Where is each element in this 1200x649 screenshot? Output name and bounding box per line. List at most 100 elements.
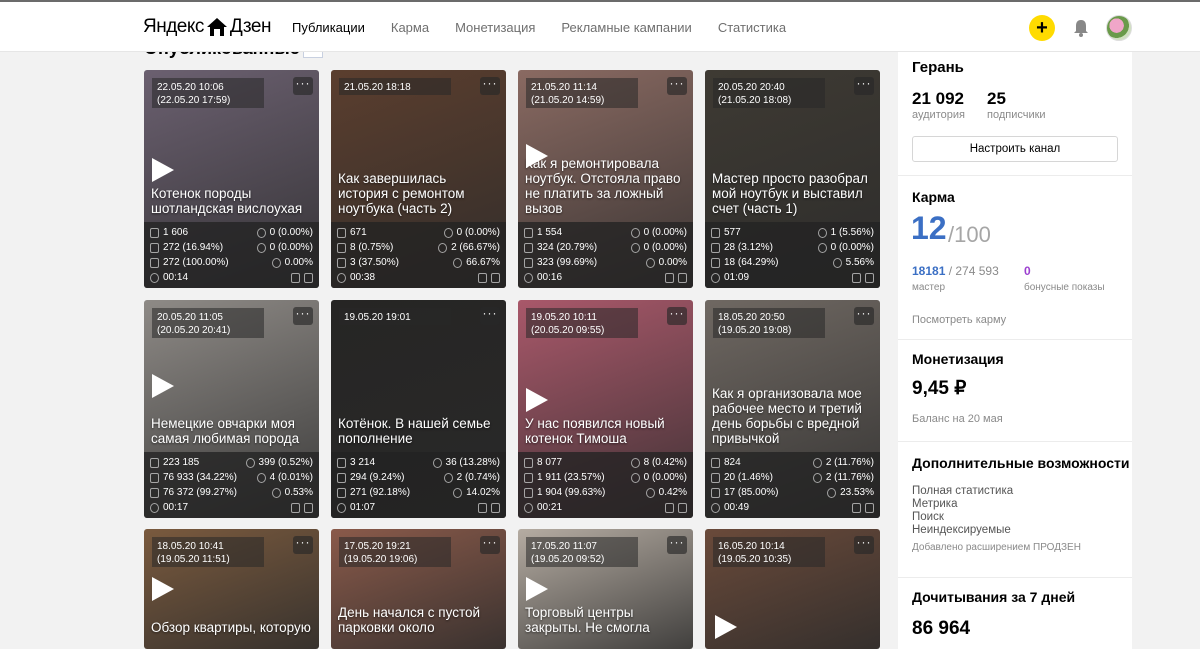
reads-icon [150,242,159,253]
play-icon[interactable] [152,374,174,398]
publication-card[interactable]: 20.05.20 20:40 (21.05.20 18:08) ··· Мастер … [705,70,880,288]
stat-value: 0.53% [284,487,313,498]
link-metrika[interactable]: Метрика [912,498,1013,511]
play-icon[interactable] [152,158,174,182]
link-icon[interactable] [665,502,674,513]
stat-value: 1 (5.56%) [830,227,874,238]
card-title[interactable]: У нас появился новый котенок Тимоша [525,416,687,446]
publication-card[interactable]: 19.05.20 10:11 (20.05.20 09:55) ··· У нас п… [518,300,693,518]
stat-value: 0 (0.00%) [643,227,687,238]
publication-card[interactable]: 21.05.20 18:18 ··· Как завершилась история… [331,70,506,288]
play-icon[interactable] [526,388,548,412]
card-stats: 223 185 399 (0.52%) 76 933 (34.22%) 4 (0.01… [144,452,319,518]
yandex-zen-logo[interactable]: Яндекс Дзен [143,16,271,38]
publication-card[interactable]: 16.05.20 10:14 (19.05.20 10:35) ··· [705,529,880,649]
card-stats: 1 554 0 (0.00%) 324 (20.79%) 0 (0.00%) 323 (… [518,222,693,288]
views-icon [524,457,533,468]
tag-icon[interactable] [678,272,687,283]
add-publication-button[interactable]: + [1029,15,1055,41]
more-options-icon[interactable]: ··· [480,307,500,325]
channel-name: Герань [912,59,964,76]
user-avatar[interactable] [1106,15,1132,41]
card-date-updated: (19.05.20 11:51) [157,554,230,565]
link-icon[interactable] [478,502,487,513]
card-title[interactable]: Как я ремонтировала ноутбук. Отстояла пр… [525,156,687,216]
card-title[interactable]: Как завершилась история с ремонтом ноутб… [338,171,500,216]
tag-icon[interactable] [865,272,874,283]
comments-icon [630,242,640,253]
tag-icon[interactable] [865,502,874,513]
readthrough-icon [711,257,720,268]
tag-icon[interactable] [304,502,313,513]
bell-icon[interactable] [1072,18,1090,38]
card-title[interactable]: Котёнок. В нашей семье пополнение [338,416,500,446]
play-icon[interactable] [526,577,548,601]
stats-row: 223 185 399 (0.52%) [150,455,313,470]
card-title[interactable]: День начался с пустой парковки около [338,605,500,635]
nav-monetization[interactable]: Монетизация [455,20,535,35]
card-title[interactable]: Котенок породы шотландская вислоухая [151,186,313,216]
publication-card[interactable]: 22.05.20 10:06 (22.05.20 17:59) ··· Котенок… [144,70,319,288]
nav-publications[interactable]: Публикации [292,20,365,35]
more-options-icon[interactable]: ··· [854,307,874,325]
link-search[interactable]: Поиск [912,511,1013,524]
more-options-icon[interactable]: ··· [293,77,313,95]
play-icon[interactable] [526,144,548,168]
nav-statistics[interactable]: Статистика [718,20,786,35]
stat-value: 1 554 [537,227,563,238]
more-options-icon[interactable]: ··· [480,536,500,554]
link-icon[interactable] [291,502,300,513]
more-options-icon[interactable]: ··· [854,77,874,95]
likes-icon [432,457,442,468]
play-icon[interactable] [152,577,174,601]
more-options-icon[interactable]: ··· [667,536,687,554]
publication-card[interactable]: 17.05.20 11:07 (19.05.20 09:52) ··· Торговы… [518,529,693,649]
more-options-icon[interactable]: ··· [293,307,313,325]
reads-icon [711,472,720,483]
view-karma-link[interactable]: Посмотреть карму [912,314,1006,326]
more-options-icon[interactable]: ··· [293,536,313,554]
stats-row: 824 2 (11.76%) [711,455,874,470]
more-options-icon[interactable]: ··· [667,307,687,325]
nav-ad-campaigns[interactable]: Рекламные кампании [561,20,691,35]
link-icon[interactable] [852,502,861,513]
link-full-statistics[interactable]: Полная статистика [912,485,1013,498]
stat-value: 1 904 (99.63%) [537,487,606,498]
play-icon[interactable] [715,615,737,639]
publication-card[interactable]: 17.05.20 19:21 (19.05.20 19:06) ··· День на… [331,529,506,649]
publication-card[interactable]: 18.05.20 20:50 (19.05.20 19:08) ··· Как я о… [705,300,880,518]
link-icon[interactable] [665,272,674,283]
stats-row: 3 (37.50%) 66.67% [337,255,500,270]
more-options-icon[interactable]: ··· [667,77,687,95]
link-icon[interactable] [852,272,861,283]
subscribers-value: 25 [987,89,1006,108]
setup-channel-button[interactable]: Настроить канал [912,136,1118,162]
readthrough-icon [524,487,533,498]
link-non-indexed[interactable]: Неиндексируемые [912,524,1013,537]
publication-card[interactable]: 20.05.20 11:05 (20.05.20 20:41) ··· Немецки… [144,300,319,518]
tag-icon[interactable] [304,272,313,283]
publication-card[interactable]: 21.05.20 11:14 (21.05.20 14:59) ··· Как я р… [518,70,693,288]
tag-icon[interactable] [678,502,687,513]
link-icon[interactable] [291,272,300,283]
card-title[interactable]: Торговый центры закрыты. Не смогла [525,605,687,635]
stat-value: 28 (3.12%) [724,242,773,253]
balance-value: 9,45 ₽ [912,378,967,399]
views-icon [337,457,346,468]
card-title[interactable]: Немецкие овчарки моя самая любимая пород… [151,416,313,446]
card-title[interactable]: Мастер просто разобрал мой ноутбук и выс… [712,171,874,216]
link-icon[interactable] [478,272,487,283]
clock-icon [150,272,159,283]
publication-card[interactable]: 19.05.20 19:01 ··· Котёнок. В нашей семье … [331,300,506,518]
views-icon [711,227,720,238]
nav-karma[interactable]: Карма [391,20,429,35]
tag-icon[interactable] [491,502,500,513]
tag-icon[interactable] [491,272,500,283]
card-title[interactable]: Как я организовала мое рабочее место и т… [712,386,874,446]
publication-card[interactable]: 18.05.20 10:41 (19.05.20 11:51) ··· Обзор к… [144,529,319,649]
more-options-icon[interactable]: ··· [480,77,500,95]
more-options-icon[interactable]: ··· [854,536,874,554]
ctr-icon [827,487,837,498]
stat-value: 2 (66.67%) [451,242,500,253]
card-title[interactable]: Обзор квартиры, которую [151,620,313,635]
